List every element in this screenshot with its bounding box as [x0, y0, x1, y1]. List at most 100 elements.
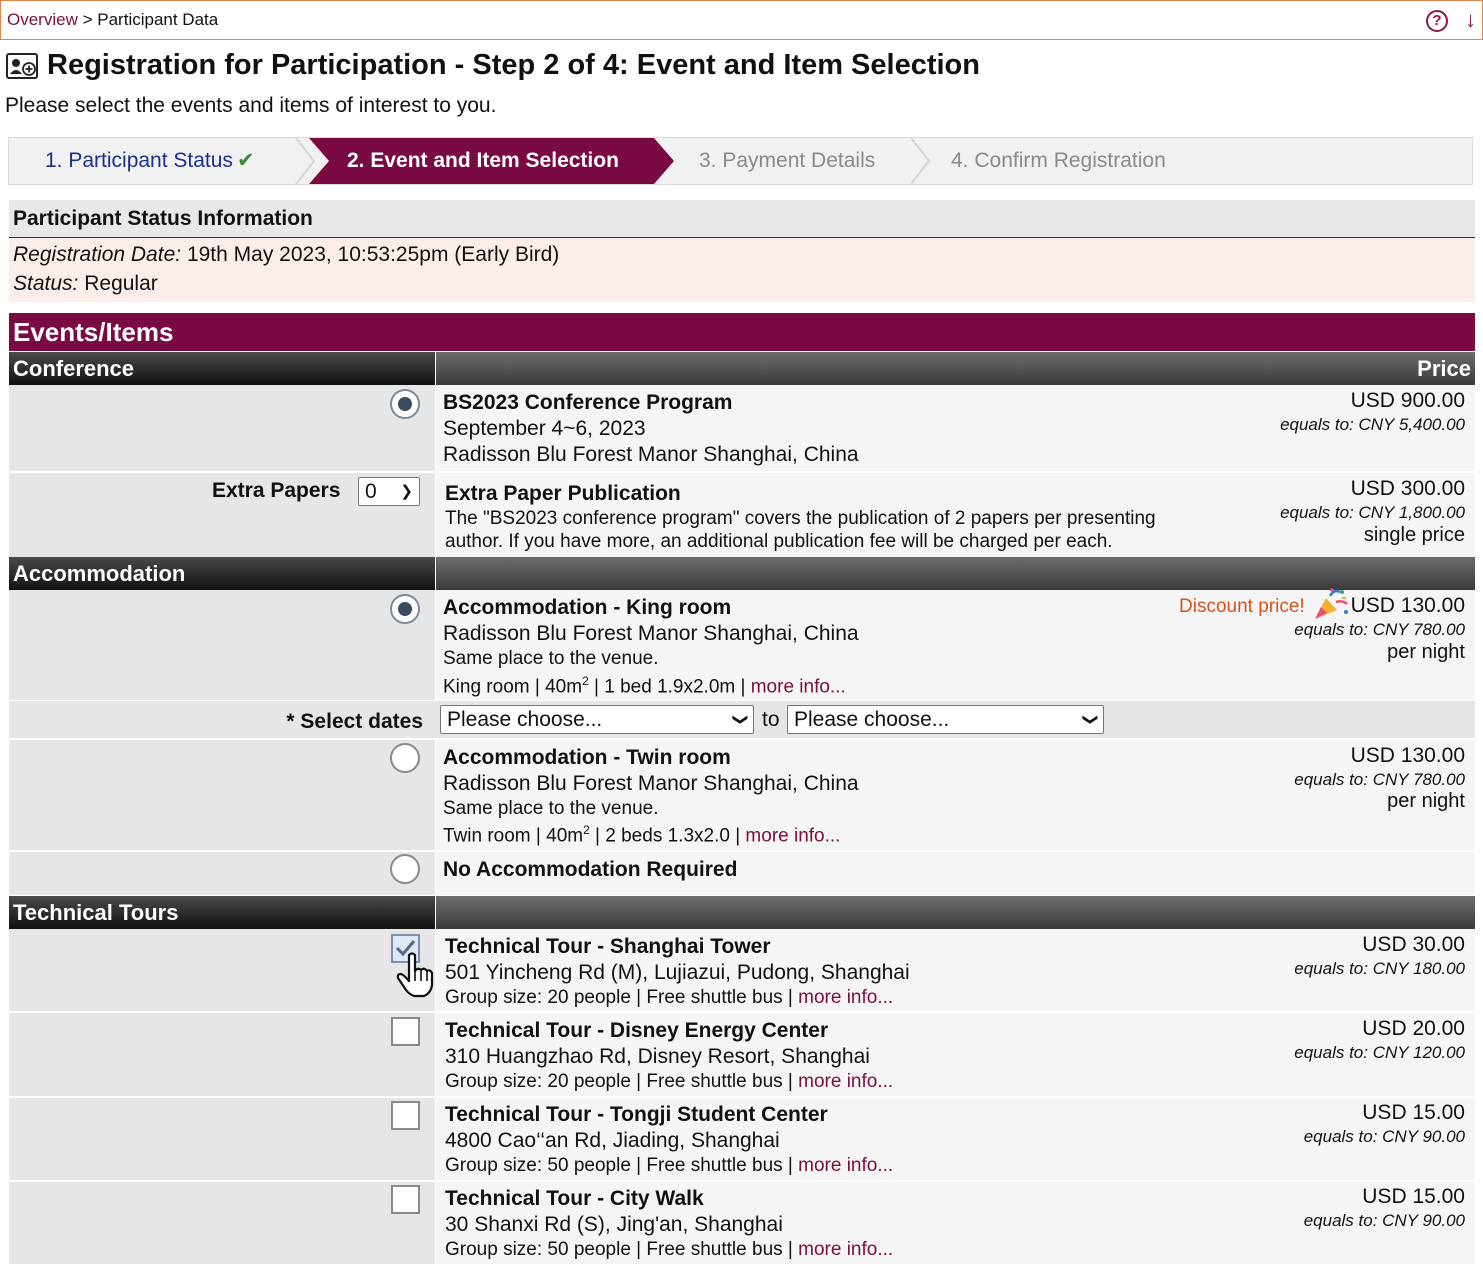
tour-select-cell — [9, 929, 435, 1011]
item-price: USD 20.00 — [1362, 1017, 1465, 1040]
item-price-equivalent: equals to: CNY 90.00 — [1303, 1211, 1465, 1230]
tour-select-cell — [9, 1098, 435, 1180]
category-header-bar — [436, 896, 1475, 929]
item-title: BS2023 Conference Program — [443, 391, 733, 414]
no-accommodation-radio[interactable] — [390, 854, 420, 884]
item-title: Accommodation - King room — [443, 596, 732, 619]
step-divider-icon — [910, 138, 931, 184]
item-specs-text: King room | 40m — [443, 676, 583, 698]
item-price-unit: per night — [1387, 790, 1465, 812]
item-title: Accommodation - Twin room — [443, 746, 731, 769]
wizard-step-payment-details: 3. Payment Details — [699, 149, 876, 172]
extra-papers-select-cell: Extra Papers 0 ❯ — [9, 473, 435, 557]
item-details-text: Group size: 20 people | Free shuttle bus… — [445, 1071, 799, 1092]
item-price-equivalent: equals to: CNY 1,800.00 — [1280, 503, 1465, 522]
item-price: USD 130.00 — [1350, 594, 1465, 617]
item-specs: Twin room | 40m2 | 2 beds 1.3x2.0 | more… — [443, 823, 840, 847]
item-specs-text: | 1 bed 1.9x2.0m | — [588, 676, 751, 698]
twin-room-row: Accommodation - Twin room Radisson Blu F… — [436, 740, 1475, 850]
help-icon[interactable]: ? — [1426, 10, 1448, 32]
item-price-unit: per night — [1387, 641, 1465, 663]
participant-status-heading: Participant Status Information — [13, 207, 313, 230]
category-conference: Conference — [9, 352, 435, 385]
extra-papers-label: Extra Papers — [212, 479, 341, 502]
item-price: USD 15.00 — [1362, 1101, 1465, 1124]
item-address: 30 Shanxi Rd (S), Jing'an, Shanghai — [445, 1213, 783, 1236]
item-price: USD 30.00 — [1362, 933, 1465, 956]
tour-checkbox[interactable] — [391, 1185, 420, 1214]
checkmark-icon: ✔ — [236, 149, 255, 172]
king-room-radio[interactable] — [390, 594, 420, 624]
category-label: Conference — [13, 356, 135, 381]
item-details-text: Group size: 50 people | Free shuttle bus… — [445, 1155, 799, 1176]
item-price-equivalent: equals to: CNY 5,400.00 — [1280, 415, 1465, 434]
status-line: Status: Regular — [13, 272, 158, 296]
item-specs-text: Twin room | 40m — [443, 825, 584, 847]
chevron-down-icon: ❯ — [400, 483, 413, 500]
item-price-equivalent: equals to: CNY 90.00 — [1303, 1127, 1465, 1146]
item-venue: Radisson Blu Forest Manor Shanghai, Chin… — [443, 622, 859, 645]
more-info-link[interactable]: more info... — [798, 1239, 893, 1260]
twin-room-radio[interactable] — [390, 743, 420, 773]
more-info-link[interactable]: more info... — [751, 676, 846, 697]
no-accommodation-row: No Accommodation Required — [436, 852, 1475, 895]
no-accommodation-select-cell — [9, 852, 435, 895]
extra-paper-row: Extra Paper Publication The "BS2023 conf… — [436, 473, 1475, 557]
more-info-link[interactable]: more info... — [745, 825, 840, 846]
hand-cursor-icon — [394, 951, 438, 999]
page-title: Registration for Participation - Step 2 … — [47, 49, 980, 81]
extra-papers-quantity-select[interactable]: 0 ❯ — [358, 477, 420, 506]
breadcrumb-current: Participant Data — [97, 10, 219, 29]
tour-row: Technical Tour - Disney Energy Center 31… — [436, 1013, 1475, 1096]
item-venue: Radisson Blu Forest Manor Shanghai, Chin… — [443, 443, 859, 466]
more-info-link[interactable]: more info... — [798, 1071, 893, 1092]
item-price: USD 130.00 — [1350, 744, 1465, 767]
item-note: Same place to the venue. — [443, 798, 659, 819]
breadcrumb-bar: Overview > Participant Data ? ↓ — [0, 0, 1483, 40]
tour-checkbox[interactable] — [391, 1101, 420, 1130]
more-info-link[interactable]: more info... — [798, 987, 893, 1008]
category-technical-tours: Technical Tours — [9, 896, 435, 929]
item-specs-superscript: 2 — [582, 674, 589, 688]
king-room-select-cell — [9, 590, 435, 700]
item-details: Group size: 50 people | Free shuttle bus… — [445, 1155, 893, 1177]
registration-date-value: 19th May 2023, 10:53:25pm (Early Bird) — [186, 243, 560, 266]
step-divider-icon — [295, 138, 316, 184]
date-from-select[interactable]: Please choose... ❯ — [440, 705, 754, 734]
item-address: 310 Huangzhao Rd, Disney Resort, Shangha… — [445, 1045, 870, 1068]
arrow-down-icon[interactable]: ↓ — [1465, 8, 1476, 32]
item-details: Group size: 20 people | Free shuttle bus… — [445, 1071, 893, 1093]
select-dates-label: * Select dates — [286, 710, 423, 733]
king-room-row: Accommodation - King room Radisson Blu F… — [436, 588, 1475, 700]
item-price-equivalent: equals to: CNY 780.00 — [1294, 620, 1465, 639]
registration-card-icon — [6, 53, 38, 79]
item-price-equivalent: equals to: CNY 120.00 — [1294, 1043, 1465, 1062]
step-wizard: 1. Participant Status ✔ 2. Event and Item… — [8, 137, 1473, 185]
item-details-text: Group size: 50 people | Free shuttle bus… — [445, 1239, 799, 1260]
item-price-unit: single price — [1363, 524, 1465, 546]
item-title: Technical Tour - Disney Energy Center — [445, 1019, 829, 1042]
item-title: Extra Paper Publication — [445, 482, 681, 505]
category-accommodation: Accommodation — [9, 557, 435, 590]
more-info-link[interactable]: more info... — [798, 1155, 893, 1176]
date-to-select[interactable]: Please choose... ❯ — [787, 705, 1104, 734]
chevron-down-icon: ❯ — [1082, 713, 1100, 726]
extra-papers-quantity-value: 0 — [365, 480, 377, 503]
category-label: Accommodation — [13, 561, 186, 586]
select-dates-row: * Select dates Please choose... ❯ to Ple… — [33, 701, 1475, 738]
date-range-separator: to — [762, 708, 780, 731]
select-dates-indent — [9, 701, 33, 738]
conference-program-radio[interactable] — [390, 389, 420, 419]
wizard-step-participant-status[interactable]: 1. Participant Status ✔ — [45, 138, 255, 184]
item-venue: Radisson Blu Forest Manor Shanghai, Chin… — [443, 772, 859, 795]
wizard-step-event-selection: 2. Event and Item Selection — [347, 149, 619, 172]
conference-program-select-cell — [9, 385, 435, 471]
item-title: No Accommodation Required — [443, 858, 738, 881]
tour-row: Technical Tour - Tongji Student Center 4… — [436, 1098, 1475, 1180]
tour-checkbox[interactable] — [391, 1017, 420, 1046]
category-label: Technical Tours — [13, 900, 179, 925]
breadcrumb-overview-link[interactable]: Overview — [7, 10, 78, 29]
item-note: Same place to the venue. — [443, 648, 659, 669]
date-from-value: Please choose... — [447, 708, 603, 731]
wizard-step-label: 1. Participant Status — [45, 149, 233, 172]
